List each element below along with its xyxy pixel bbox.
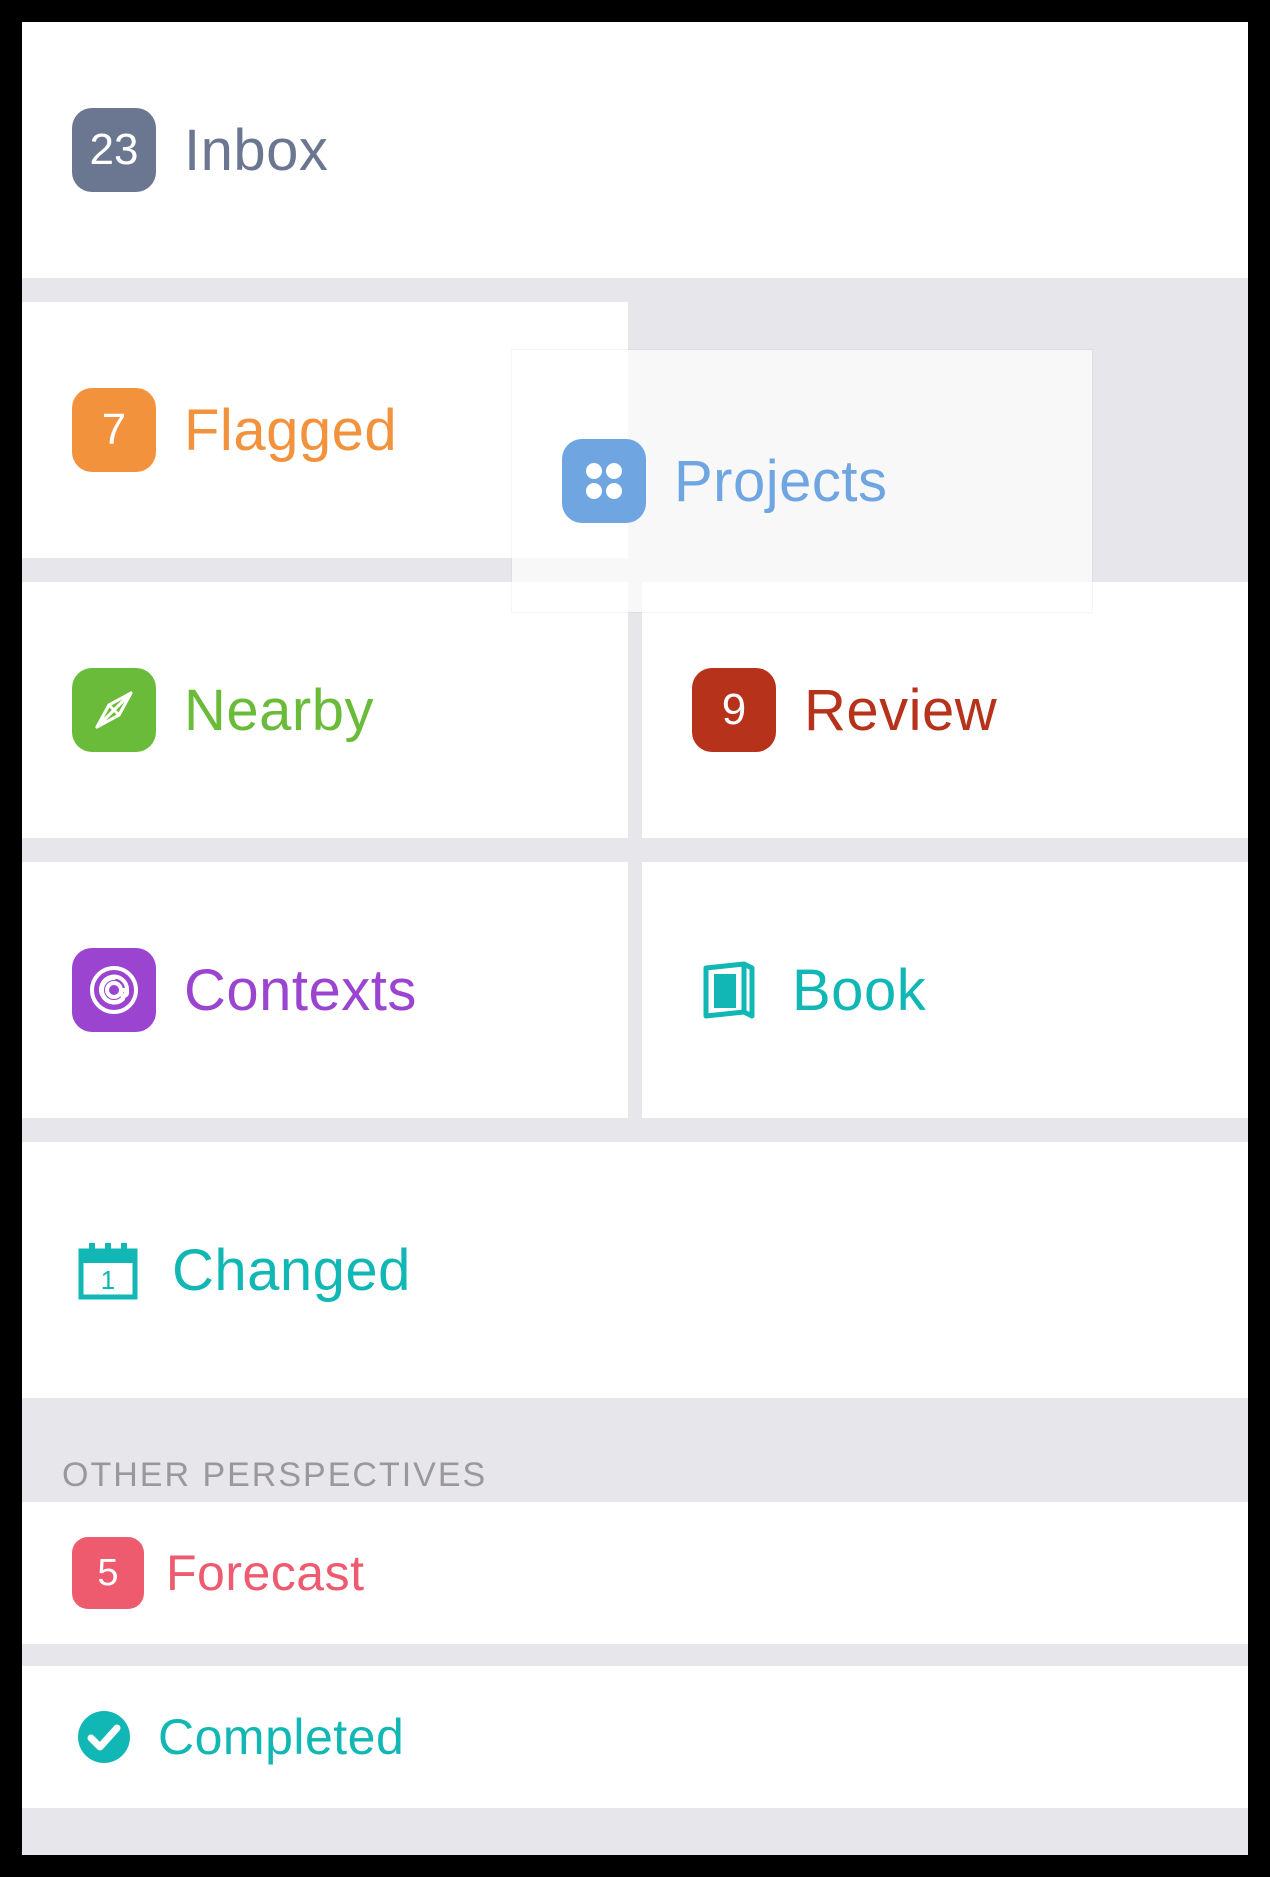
completed-check-icon — [72, 1705, 136, 1769]
tile-changed[interactable]: 1 Changed — [22, 1142, 1248, 1398]
contexts-icon — [72, 948, 156, 1032]
review-label: Review — [804, 677, 997, 744]
tile-projects-dragging[interactable]: Projects — [512, 350, 1092, 612]
review-count-badge: 9 — [692, 668, 776, 752]
book-label: Book — [792, 957, 926, 1024]
inbox-count-badge: 23 — [72, 108, 156, 192]
tile-nearby[interactable]: Nearby — [22, 582, 628, 838]
tile-contexts[interactable]: Contexts — [22, 862, 628, 1118]
changed-calendar-icon: 1 — [72, 1234, 144, 1306]
completed-label: Completed — [158, 1708, 404, 1766]
forecast-label: Forecast — [166, 1544, 365, 1602]
tile-review[interactable]: 9 Review — [642, 582, 1248, 838]
row-completed[interactable]: Completed — [22, 1666, 1248, 1808]
forecast-count-badge: 5 — [72, 1537, 144, 1609]
perspectives-screen: 23 Inbox 7 Flagged Nearby 9 Review Conte… — [22, 22, 1248, 1855]
tile-inbox[interactable]: 23 Inbox — [22, 22, 1248, 278]
projects-icon — [562, 439, 646, 523]
contexts-label: Contexts — [184, 957, 417, 1024]
tile-book[interactable]: Book — [642, 862, 1248, 1118]
changed-label: Changed — [172, 1237, 411, 1304]
row-forecast[interactable]: 5 Forecast — [22, 1502, 1248, 1644]
svg-text:1: 1 — [101, 1265, 115, 1295]
flagged-label: Flagged — [184, 397, 397, 464]
inbox-label: Inbox — [184, 117, 328, 184]
projects-label: Projects — [674, 448, 888, 515]
nearby-icon — [72, 668, 156, 752]
flagged-count-badge: 7 — [72, 388, 156, 472]
section-header-other-perspectives: OTHER PERSPECTIVES — [62, 1456, 487, 1495]
nearby-label: Nearby — [184, 677, 374, 744]
book-icon — [692, 954, 764, 1026]
